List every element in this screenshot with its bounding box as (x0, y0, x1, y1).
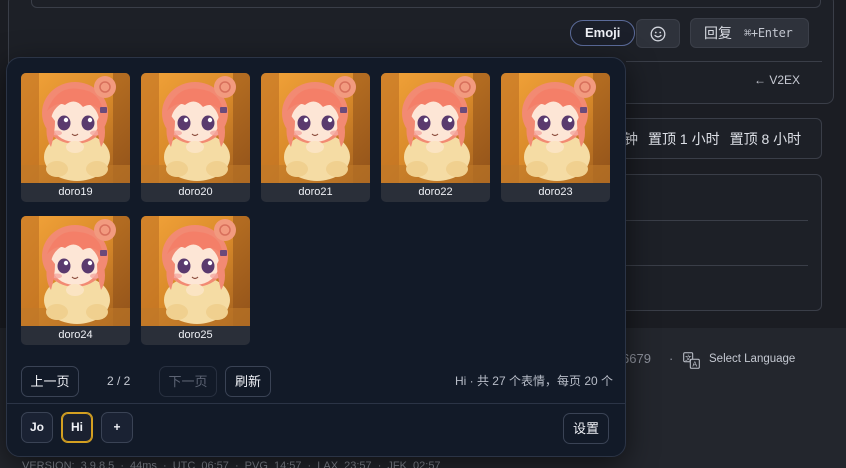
sticker-image (141, 216, 250, 326)
prev-page-button[interactable]: 上一页 (21, 366, 79, 397)
sticker-image (21, 73, 130, 183)
emoji-button[interactable]: Emoji (570, 20, 636, 46)
svg-text:文: 文 (685, 353, 692, 362)
pin-option-partial[interactable]: 钟 (624, 129, 638, 149)
popup-divider (7, 403, 625, 404)
footer-separator: · (669, 351, 674, 366)
sticker-label: doro23 (538, 186, 573, 198)
sticker-label: doro20 (178, 186, 213, 198)
svg-text:A: A (692, 361, 697, 369)
sticker-image (21, 216, 130, 326)
panel-divider (612, 220, 808, 221)
smile-button[interactable] (636, 19, 680, 48)
sticker-tile[interactable]: doro23 (501, 73, 610, 202)
group-tab-jo[interactable]: Jo (21, 412, 53, 443)
sticker-summary: Hi · 共 27 个表情，每页 20 个 (454, 374, 613, 388)
footer-count: 6679 (622, 351, 651, 366)
sticker-label: doro24 (58, 329, 93, 341)
smile-icon (650, 26, 666, 41)
reply-editor[interactable] (31, 0, 821, 8)
sticker-tile[interactable]: doro19 (21, 73, 130, 202)
settings-button[interactable]: 设置 (563, 413, 609, 444)
sidebar-panel (612, 174, 822, 311)
sticker-label: doro25 (178, 329, 213, 341)
group-tab-hi[interactable]: Hi (61, 412, 93, 443)
sticker-tile[interactable]: doro25 (141, 216, 250, 345)
sticker-tile[interactable]: doro24 (21, 216, 130, 345)
pagination-bar: 上一页 2 / 2 下一页 刷新 Hi · 共 27 个表情，每页 20 个 (21, 366, 613, 397)
sticker-image (381, 73, 490, 183)
sticker-image (141, 73, 250, 183)
pin-option-8h[interactable]: 置顶 8 小时 (730, 129, 802, 149)
sticker-tile[interactable]: doro22 (381, 73, 490, 202)
sticker-label: doro22 (418, 186, 453, 198)
sticker-image (501, 73, 610, 183)
reply-button[interactable]: 回复 ⌘+Enter (690, 18, 809, 48)
sticker-image (261, 73, 370, 183)
add-group-button[interactable]: + (101, 412, 133, 443)
reply-shortcut-hint: ⌘+Enter (744, 26, 793, 40)
translate-icon[interactable]: 文 A (683, 352, 700, 369)
panel-divider (612, 265, 808, 266)
emoji-picker-popup: doro19 doro20 doro21 doro22 doro23 doro2… (6, 57, 626, 457)
pin-option-1h[interactable]: 置顶 1 小时 (648, 129, 720, 149)
page-indicator: 2 / 2 (107, 374, 131, 388)
reply-button-label: 回复 (704, 25, 732, 41)
sticker-label: doro21 (298, 186, 333, 198)
refresh-button[interactable]: 刷新 (225, 366, 271, 397)
sticker-tile[interactable]: doro20 (141, 73, 250, 202)
select-language-link[interactable]: Select Language (709, 353, 795, 365)
pin-options-bar: 钟 置顶 1 小时 置顶 8 小时 (612, 118, 822, 159)
reply-box-divider (626, 61, 822, 62)
next-page-button[interactable]: 下一页 (159, 366, 217, 397)
version-info: VERSION: 3.9.8.5 · 44ms · UTC 06:57 · PV… (22, 460, 441, 468)
back-to-v2ex-link[interactable]: ← V2EX (754, 73, 800, 87)
sticker-tile[interactable]: doro21 (261, 73, 370, 202)
sticker-label: doro19 (58, 186, 93, 198)
